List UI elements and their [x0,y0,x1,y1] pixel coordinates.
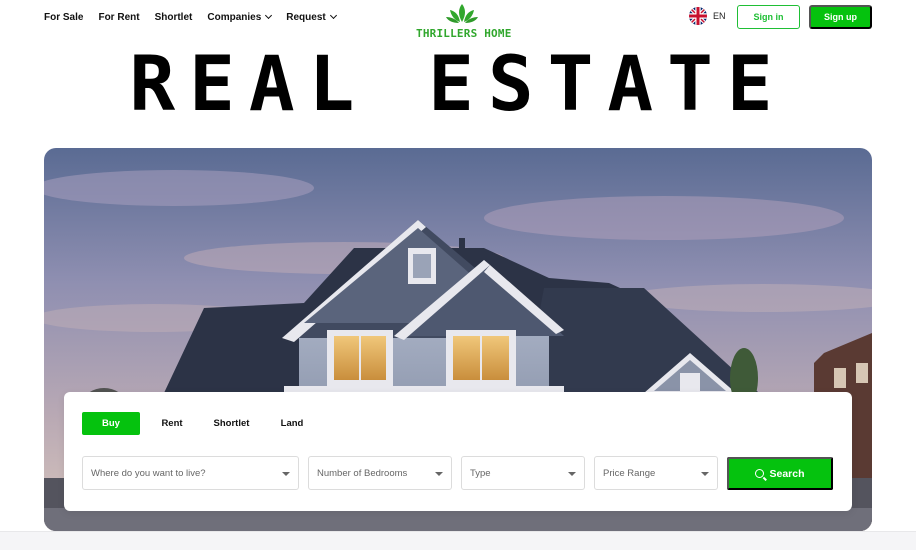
tab-land[interactable]: Land [259,412,325,435]
nav-for-rent[interactable]: For Rent [98,12,139,23]
nav-shortlet-label: Shortlet [154,11,193,23]
language-selector[interactable]: EN [689,7,726,25]
tab-shortlet[interactable]: Shortlet [204,412,259,435]
nav-for-sale-label: For Sale [44,11,84,23]
property-search-card: Buy Rent Shortlet Land Where do you want… [64,392,852,511]
page-bottom-strip [0,531,916,550]
search-icon [755,469,765,478]
tab-buy[interactable]: Buy [82,412,140,435]
location-placeholder: Where do you want to live? [91,467,206,479]
nav-request-label: Request [286,11,326,23]
caret-down-icon [282,472,290,476]
type-select[interactable]: Type [461,456,585,490]
nav-for-rent-label: For Rent [98,11,140,23]
bedrooms-select[interactable]: Number of Bedrooms [308,456,452,490]
type-placeholder: Type [470,467,491,479]
tab-rent[interactable]: Rent [140,412,204,435]
chevron-down-icon [265,11,273,20]
bedrooms-placeholder: Number of Bedrooms [317,467,408,479]
search-button-label: Search [769,467,805,480]
search-button[interactable]: Search [727,457,833,490]
uk-flag-icon [689,7,707,25]
caret-down-icon [435,472,443,476]
language-code: EN [713,11,726,21]
sign-in-button[interactable]: Sign in [737,5,800,29]
location-select[interactable]: Where do you want to live? [82,456,299,490]
lotus-leaf-icon [446,4,478,23]
price-placeholder: Price Range [603,467,656,479]
price-range-select[interactable]: Price Range [594,456,718,490]
search-tabs: Buy Rent Shortlet Land [82,412,325,435]
main-nav: For Sale For Rent Shortlet Companies Req… [44,9,351,25]
chevron-down-icon [329,11,337,20]
hero-title: REAL ESTATE [129,39,787,128]
nav-companies[interactable]: Companies [207,11,273,23]
caret-down-icon [701,472,709,476]
nav-request[interactable]: Request [286,11,337,23]
caret-down-icon [568,472,576,476]
nav-companies-label: Companies [207,11,262,23]
nav-for-sale[interactable]: For Sale [44,12,83,23]
brand-logo[interactable]: THRILLERS HOME [416,2,511,40]
nav-shortlet[interactable]: Shortlet [155,12,193,23]
sign-up-button[interactable]: Sign up [809,5,872,29]
